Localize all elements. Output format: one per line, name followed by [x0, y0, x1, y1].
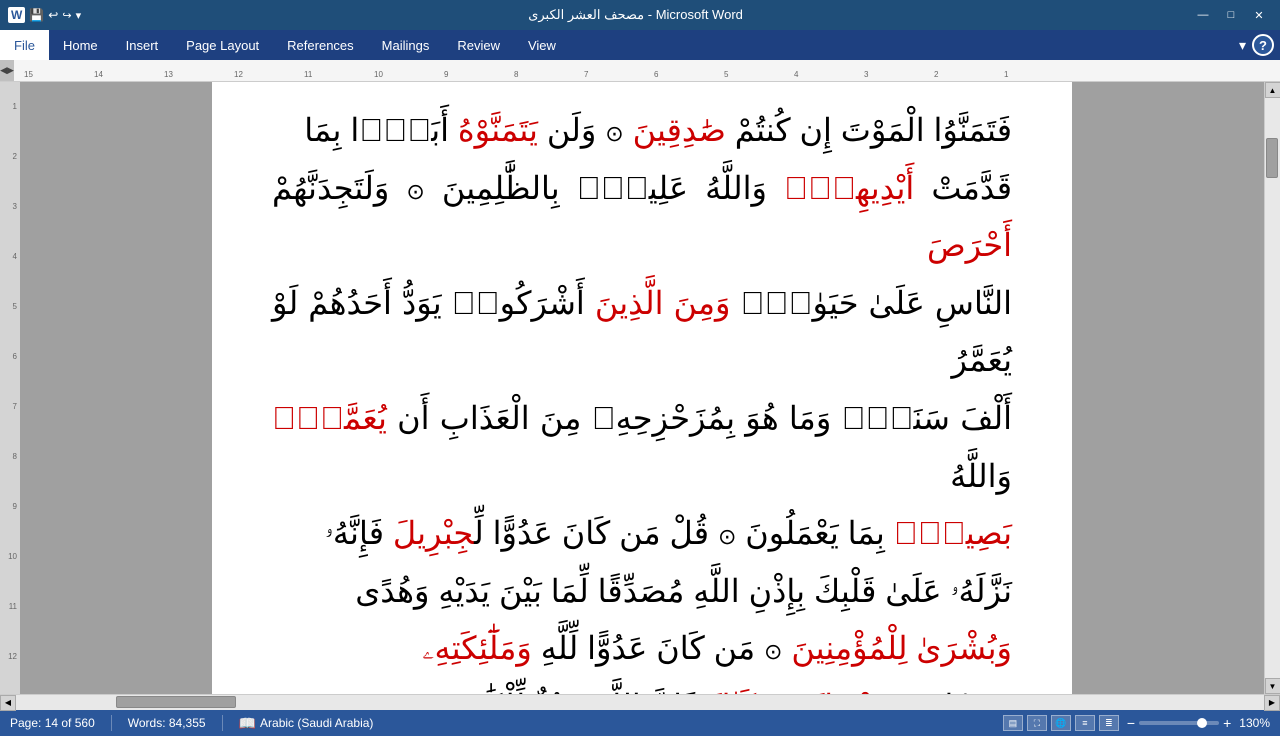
ruler-mark-6: 6	[654, 70, 658, 79]
v-ruler-7: 7	[13, 402, 17, 411]
language-indicator: 📖 Arabic (Saudi Arabia)	[239, 715, 374, 732]
v-ruler-4: 4	[13, 252, 17, 261]
zoom-level[interactable]: 130%	[1239, 716, 1270, 730]
close-button[interactable]: ✕	[1246, 5, 1272, 25]
quran-line-4: أَلْفَ سَنَةٍۢ وَمَا هُوَ بِمُزَحْزِحِهِ…	[272, 390, 1012, 505]
status-bar: Page: 14 of 560 Words: 84,355 📖 Arabic (…	[0, 710, 1280, 736]
quran-text: فَتَمَنَّوُا الْمَوْتَ إِن كُنتُمْ صَٰدِ…	[272, 102, 1012, 694]
ribbon-help: ▾ ?	[1239, 34, 1280, 56]
ruler-mark-5: 5	[724, 70, 728, 79]
tab-insert[interactable]: Insert	[112, 30, 173, 60]
ribbon-tabs: File Home Insert Page Layout References …	[0, 30, 1280, 60]
zoom-control: − + 130%	[1127, 715, 1270, 731]
print-layout-button[interactable]: ▤	[1003, 715, 1023, 731]
h-scroll-track[interactable]	[16, 695, 1264, 710]
ruler-mark-3: 3	[864, 70, 868, 79]
document-page: فَتَمَنَّوُا الْمَوْتَ إِن كُنتُمْ صَٰدِ…	[212, 82, 1072, 694]
ruler: ◀▶ 15 14 13 12 11 10 9 8 7 6 5 4 3 2 1	[0, 60, 1280, 82]
zoom-in-button[interactable]: +	[1223, 715, 1231, 731]
spell-check-icon: 📖	[239, 715, 256, 732]
help-button[interactable]: ?	[1252, 34, 1274, 56]
v-ruler-5: 5	[13, 302, 17, 311]
ruler-mark-13: 13	[164, 70, 173, 79]
page-count: Page: 14 of 560	[10, 716, 95, 730]
vertical-scrollbar[interactable]: ▲ ▼	[1264, 82, 1280, 694]
tab-view[interactable]: View	[514, 30, 570, 60]
word-icon: W	[8, 7, 25, 23]
ruler-mark-4: 4	[794, 70, 798, 79]
v-ruler-6: 6	[13, 352, 17, 361]
ruler-mark-11: 11	[304, 70, 312, 79]
ruler-mark-15: 15	[24, 70, 33, 79]
view-icons: ▤ ⛶ 🌐 ≡ ≣	[1003, 715, 1119, 731]
ruler-mark-8: 8	[514, 70, 518, 79]
scroll-track[interactable]	[1265, 98, 1280, 678]
tab-references[interactable]: References	[273, 30, 367, 60]
tab-mailings[interactable]: Mailings	[368, 30, 444, 60]
ruler-mark-7: 7	[584, 70, 588, 79]
scroll-left-button[interactable]: ◀	[0, 695, 16, 711]
quran-line-3: النَّاسِ عَلَىٰ حَيَوٰةٍۢ وَمِنَ الَّذِي…	[272, 275, 1012, 390]
tab-home[interactable]: Home	[49, 30, 112, 60]
minimize-button[interactable]: —	[1190, 5, 1216, 25]
ruler-mark-12: 12	[234, 70, 243, 79]
scroll-thumb[interactable]	[1266, 138, 1278, 178]
zoom-out-button[interactable]: −	[1127, 715, 1135, 731]
quran-line-1: فَتَمَنَّوُا الْمَوْتَ إِن كُنتُمْ صَٰدِ…	[272, 102, 1012, 160]
v-ruler-8: 8	[13, 452, 17, 461]
horizontal-scrollbar[interactable]: ◀ ▶	[0, 694, 1280, 710]
outline-button[interactable]: ≡	[1075, 715, 1095, 731]
tab-page-layout[interactable]: Page Layout	[172, 30, 273, 60]
ruler-mark-14: 14	[94, 70, 103, 79]
title-bar-icons: W 💾 ↩ ↪ ▾	[8, 7, 81, 23]
expand-ribbon-icon[interactable]: ▾	[1239, 37, 1246, 54]
scroll-down-button[interactable]: ▼	[1265, 678, 1280, 694]
quran-line-6: نَزَّلَهُۥ عَلَىٰ قَلْبِكَ بِإِذْنِ اللَ…	[272, 563, 1012, 621]
ruler-mark-2: 2	[934, 70, 938, 79]
v-ruler-12: 12	[8, 652, 17, 661]
full-screen-button[interactable]: ⛶	[1027, 715, 1047, 731]
scroll-right-button[interactable]: ▶	[1264, 695, 1280, 711]
window-controls: — □ ✕	[1190, 5, 1272, 25]
title-bar: W 💾 ↩ ↪ ▾ مصحف العشر الكبرى - Microsoft …	[0, 0, 1280, 30]
maximize-button[interactable]: □	[1218, 5, 1244, 25]
ruler-content: 15 14 13 12 11 10 9 8 7 6 5 4 3 2 1	[14, 60, 1280, 81]
status-separator-1	[111, 715, 112, 731]
quran-line-7: وَبُشْرَىٰ لِلْمُؤْمِنِينَ ⊙ مَن كَانَ ع…	[272, 620, 1012, 678]
v-ruler-11: 11	[9, 602, 17, 611]
ribbon: File Home Insert Page Layout References …	[0, 30, 1280, 60]
v-ruler-3: 3	[13, 202, 17, 211]
quran-line-8: وَرُسُلِهِۦ وَجِبْرِيلَ وَمِيكَىٰلَ فَإِ…	[272, 678, 1012, 694]
window-title: مصحف العشر الكبرى - Microsoft Word	[81, 7, 1190, 23]
left-ruler: 1 2 3 4 5 6 7 8 9 10 11 12	[0, 82, 20, 694]
status-separator-2	[222, 715, 223, 731]
undo-icon[interactable]: ↩	[48, 8, 58, 22]
ruler-mark-1: 1	[1004, 70, 1008, 79]
v-ruler-10: 10	[8, 552, 17, 561]
document-area: فَتَمَنَّوُا الْمَوْتَ إِن كُنتُمْ صَٰدِ…	[20, 82, 1264, 694]
quran-line-5: بَصِيرٌۢ بِمَا يَعْمَلُونَ ⊙ قُلْ مَن كَ…	[272, 505, 1012, 563]
save-icon[interactable]: 💾	[29, 8, 44, 22]
v-ruler-1: 1	[13, 102, 17, 111]
ruler-mark-10: 10	[374, 70, 383, 79]
web-layout-button[interactable]: 🌐	[1051, 715, 1071, 731]
scroll-up-button[interactable]: ▲	[1265, 82, 1280, 98]
status-right: ▤ ⛶ 🌐 ≡ ≣ − + 130%	[1003, 715, 1270, 731]
ruler-mark-9: 9	[444, 70, 448, 79]
h-scroll-thumb[interactable]	[116, 696, 236, 708]
tab-review[interactable]: Review	[443, 30, 514, 60]
ruler-left-marker: ◀▶	[0, 60, 14, 82]
word-count: Words: 84,355	[128, 716, 206, 730]
v-ruler-9: 9	[13, 502, 17, 511]
main-area: 1 2 3 4 5 6 7 8 9 10 11 12 فَتَمَنَّوُا …	[0, 82, 1280, 694]
tab-file[interactable]: File	[0, 30, 49, 60]
quran-line-2: قَدَّمَتْ أَيْدِيهِمْۗ وَاللَّهُ عَلِيمٌ…	[272, 160, 1012, 275]
v-ruler-2: 2	[13, 152, 17, 161]
redo-icon[interactable]: ↪	[62, 9, 71, 22]
zoom-track[interactable]	[1139, 721, 1219, 725]
draft-button[interactable]: ≣	[1099, 715, 1119, 731]
